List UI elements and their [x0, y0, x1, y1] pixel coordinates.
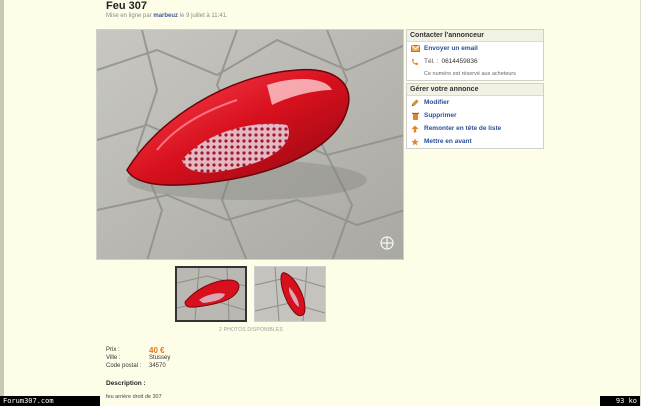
meta-suffix: le 9 juillet à 11:41.: [179, 13, 228, 19]
city-row: Ville : Stussey: [106, 354, 170, 362]
site-banner: Forum307.com: [0, 396, 100, 406]
edit-ad-link[interactable]: Modifier: [424, 99, 449, 106]
ad-details: Prix : 40 € Ville : Stussey Code postal …: [106, 346, 170, 370]
edit-ad-row[interactable]: Modifier: [407, 96, 543, 109]
bump-ad-link[interactable]: Remonter en tête de liste: [424, 125, 501, 132]
scrollbar[interactable]: [640, 0, 650, 406]
trash-icon: [410, 112, 420, 120]
contact-heading: Contacter l'annonceur: [407, 30, 543, 42]
pencil-icon: [410, 99, 420, 107]
manage-heading: Gérer votre annonce: [407, 84, 543, 96]
postal-value: 34570: [149, 363, 166, 369]
ad-title: Feu 307: [106, 0, 147, 12]
price-value: 40 €: [149, 345, 165, 355]
bump-ad-row[interactable]: Remonter en tête de liste: [407, 122, 543, 135]
seller-link[interactable]: marbeuz: [153, 13, 178, 19]
postal-label: Code postal :: [106, 363, 142, 369]
phone-icon: [410, 58, 420, 66]
delete-ad-row[interactable]: Supprimer: [407, 109, 543, 122]
feature-ad-row[interactable]: Mettre en avant: [407, 135, 543, 148]
file-size: 93 ko: [600, 396, 640, 406]
phone-label: Tél. :: [424, 58, 439, 65]
phone-number: 0614459836: [441, 58, 478, 65]
contact-box: Contacter l'annonceur Envoyer un email T…: [406, 29, 544, 81]
send-email-link[interactable]: Envoyer un email: [424, 45, 478, 52]
feature-ad-link[interactable]: Mettre en avant: [424, 138, 472, 145]
postal-row: Code postal : 34570: [106, 362, 170, 370]
price-label: Prix :: [106, 347, 120, 353]
price-row: Prix : 40 €: [106, 345, 170, 355]
envelope-icon: [410, 45, 420, 52]
manage-box: Gérer votre annonce Modifier Supprimer R…: [406, 83, 544, 149]
city-value: Stussey: [149, 355, 171, 361]
description-label: Description :: [106, 380, 146, 387]
page-edge-left: [0, 0, 4, 406]
ad-meta: Mise en ligne par marbeuz le 9 juillet à…: [106, 13, 228, 19]
main-photo[interactable]: [96, 29, 404, 260]
photo-thumbnail-2[interactable]: [254, 266, 326, 322]
city-label: Ville :: [106, 355, 121, 361]
send-email-row[interactable]: Envoyer un email: [407, 42, 543, 55]
star-icon: [410, 137, 420, 146]
phone-note: Ce numéro est réservé aux acheteurs: [424, 71, 517, 77]
meta-prefix: Mise en ligne par: [106, 13, 152, 19]
phone-row: Tél. : 0614459836: [407, 55, 543, 68]
photo-thumbnail-1[interactable]: [175, 266, 247, 322]
up-arrow-icon: [410, 125, 420, 133]
delete-ad-link[interactable]: Supprimer: [424, 112, 457, 119]
photos-count: 2 PHOTOS DISPONIBLES: [219, 327, 283, 333]
description-text: feu arrière droit de 307: [106, 394, 162, 400]
